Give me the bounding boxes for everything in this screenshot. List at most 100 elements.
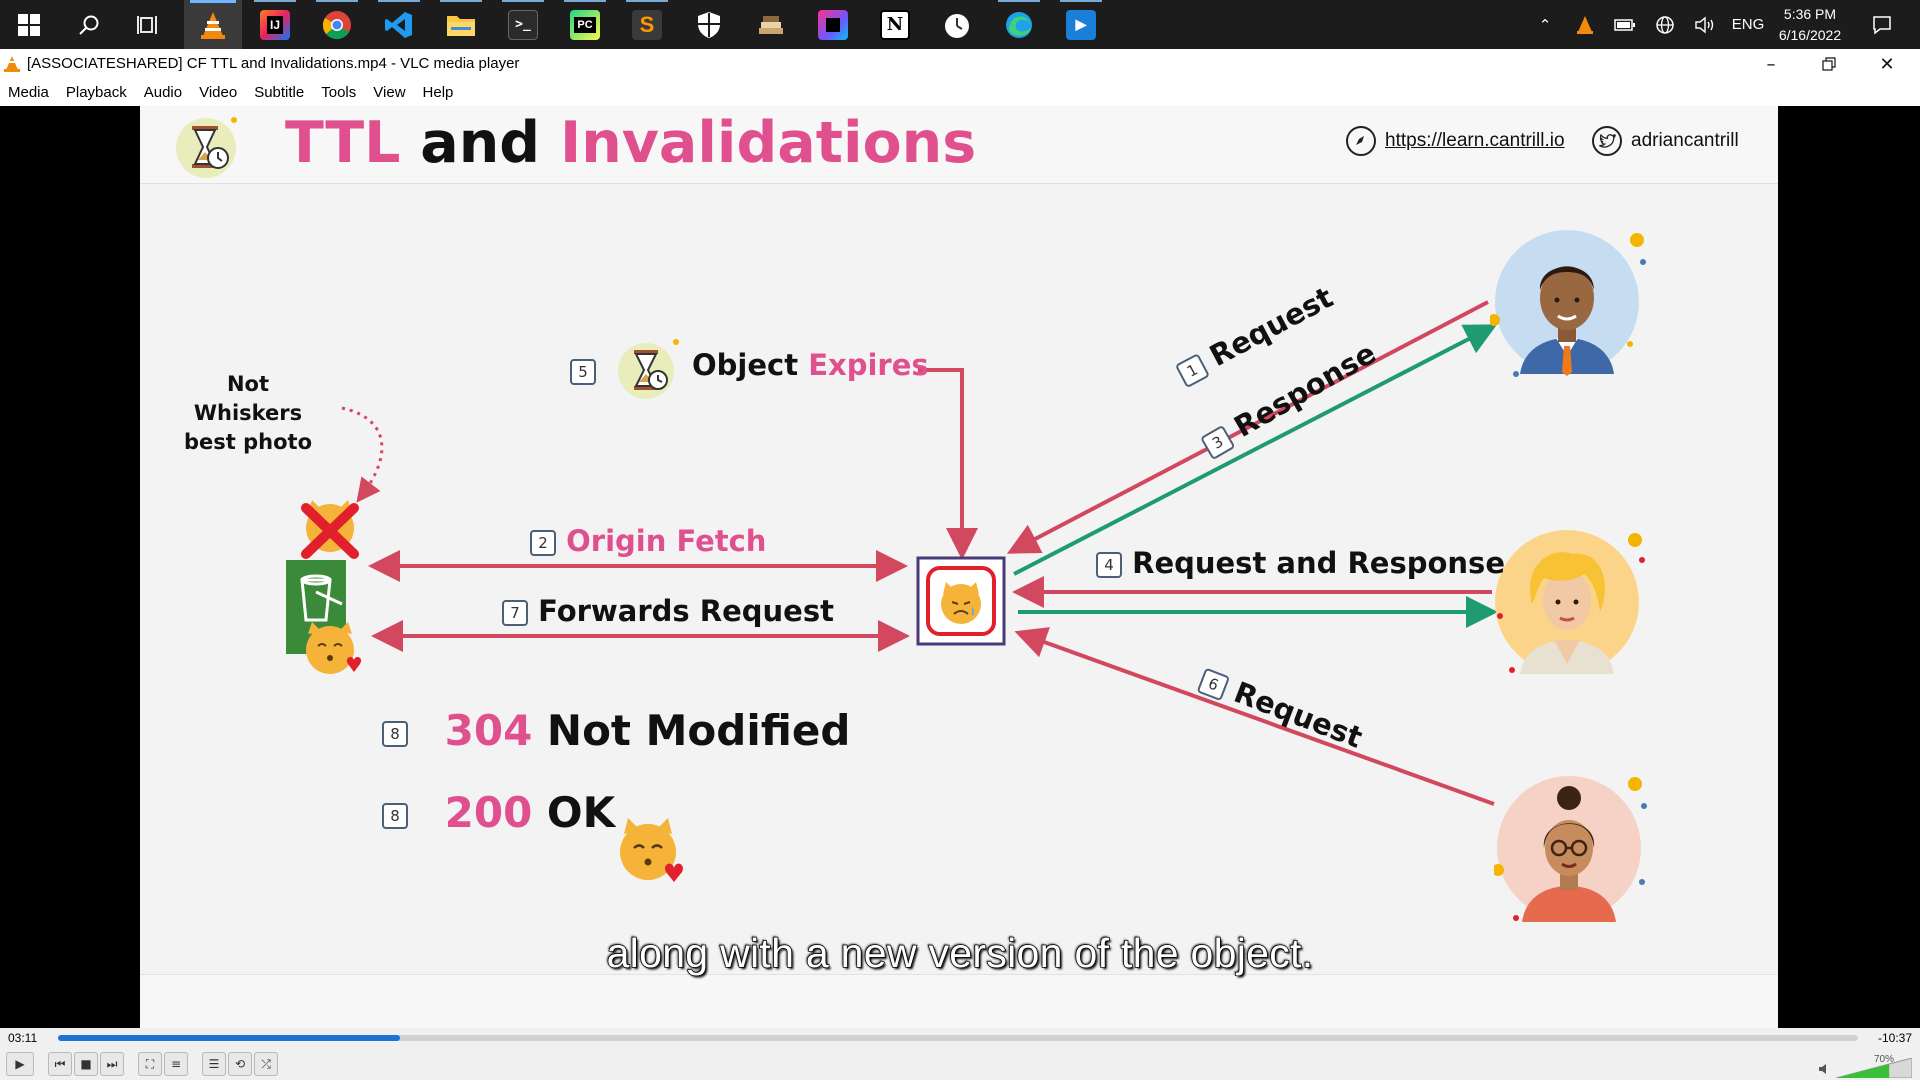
- tray-battery[interactable]: [1610, 0, 1640, 49]
- note-text: Not Whiskers best photo: [173, 370, 323, 457]
- play-icon: ▶: [15, 1057, 25, 1071]
- previous-button[interactable]: ⏮: [48, 1052, 72, 1076]
- playlist-button[interactable]: ☰: [202, 1052, 226, 1076]
- hourglass-clock-icon: [618, 339, 679, 399]
- fullscreen-icon: ⛶: [145, 1056, 155, 1071]
- equalizer-icon: ≡: [170, 1057, 182, 1071]
- close-button[interactable]: ✕: [1858, 49, 1916, 79]
- remaining-time[interactable]: -10:37: [1878, 1031, 1912, 1045]
- loop-button[interactable]: ⟲: [228, 1052, 252, 1076]
- taskbar-edge[interactable]: [990, 0, 1048, 49]
- step4-label: 4 Request and Response: [1096, 546, 1505, 580]
- lecture-slide: TTL and Invalidations https://learn.cant…: [140, 106, 1778, 1028]
- edge-icon: [1006, 11, 1032, 38]
- speaker-icon: [1695, 16, 1714, 33]
- result-200-badge: 8: [382, 802, 408, 829]
- user-avatar-woman-blonde: [1495, 530, 1645, 674]
- slide-footer: [140, 974, 1778, 1028]
- taskbar-pycharm[interactable]: PC: [556, 0, 614, 49]
- taskbar-notion[interactable]: N: [866, 0, 924, 49]
- taskbar-vlc[interactable]: [184, 0, 242, 49]
- menu-playback[interactable]: Playback: [66, 84, 127, 101]
- result-304-text: Not Modified: [546, 706, 851, 755]
- jetbrains-toolbox-icon: [818, 9, 848, 40]
- taskbar-vscode[interactable]: [370, 0, 428, 49]
- restore-button[interactable]: [1800, 49, 1858, 79]
- window-titlebar: [ASSOCIATESHARED] CF TTL and Invalidatio…: [0, 49, 1920, 79]
- intellij-icon: IJ: [260, 9, 290, 40]
- expires-word1: Object: [692, 348, 799, 382]
- taskbar-stack-app[interactable]: [742, 0, 800, 49]
- menu-subtitle[interactable]: Subtitle: [254, 84, 304, 101]
- seek-bar[interactable]: [58, 1035, 1858, 1041]
- tray-volume[interactable]: [1690, 0, 1720, 49]
- search-button[interactable]: [60, 0, 118, 49]
- alarm-clock-icon: [945, 13, 969, 38]
- origin-fetch-text: Origin Fetch: [566, 524, 767, 558]
- taskbar-media-app[interactable]: ▶: [1052, 0, 1110, 49]
- notion-icon: N: [880, 9, 910, 40]
- menu-help[interactable]: Help: [423, 84, 454, 101]
- pycharm-icon: PC: [570, 9, 600, 40]
- forwards-request-text: Forwards Request: [538, 594, 834, 628]
- action-center-button[interactable]: [1862, 0, 1902, 49]
- note-arrow: [341, 406, 384, 503]
- taskbar-intellij[interactable]: IJ: [246, 0, 304, 49]
- note-line2: best photo: [184, 430, 312, 454]
- user-avatar-man: [1490, 230, 1646, 377]
- video-area[interactable]: TTL and Invalidations https://learn.cant…: [0, 106, 1920, 1028]
- result-200-text: OK: [546, 788, 616, 837]
- media-player-icon: ▶: [1066, 9, 1096, 40]
- stop-button[interactable]: ■: [74, 1052, 98, 1076]
- taskbar-sublime-text[interactable]: S: [618, 0, 676, 49]
- menu-video[interactable]: Video: [199, 84, 237, 101]
- stop-icon: ■: [80, 1057, 92, 1071]
- menu-audio[interactable]: Audio: [144, 84, 182, 101]
- menu-tools[interactable]: Tools: [321, 84, 356, 101]
- result-304-badge: 8: [382, 720, 408, 747]
- taskbar-clock-app[interactable]: [928, 0, 986, 49]
- fullscreen-button[interactable]: ⛶: [138, 1052, 162, 1076]
- expires-word2: Expires: [808, 348, 929, 382]
- taskbar-clock[interactable]: 5:36 PM 6/16/2022: [1760, 4, 1860, 46]
- tray-network[interactable]: [1650, 0, 1680, 49]
- taskbar-terminal[interactable]: >_: [494, 0, 552, 49]
- step7-label: 7 Forwards Request: [502, 594, 834, 628]
- window-title: [ASSOCIATESHARED] CF TTL and Invalidatio…: [27, 55, 520, 72]
- step5-badge: 5: [570, 359, 596, 385]
- taskbar-file-explorer[interactable]: [432, 0, 490, 49]
- task-view-button[interactable]: [120, 0, 178, 49]
- taskbar-toolbox[interactable]: [804, 0, 862, 49]
- tray-vlc[interactable]: [1570, 0, 1600, 49]
- close-icon: ✕: [1879, 53, 1895, 75]
- shuffle-button[interactable]: ⤮: [254, 1052, 278, 1076]
- loop-icon: ⟲: [234, 1057, 246, 1071]
- notification-icon: [1873, 15, 1891, 35]
- expires-arrow: [918, 368, 978, 560]
- edge-location-cat-icon: [916, 556, 1006, 646]
- menu-media[interactable]: Media: [8, 84, 49, 101]
- sublime-text-icon: S: [632, 9, 662, 40]
- start-button[interactable]: [0, 0, 58, 49]
- tray-overflow-chevron[interactable]: ⌃: [1530, 0, 1560, 49]
- taskbar-security[interactable]: [680, 0, 738, 49]
- seek-progress: [58, 1035, 400, 1041]
- request-response-text: Request and Response: [1132, 546, 1505, 580]
- shuffle-icon: ⤮: [261, 1056, 271, 1071]
- books-icon: [759, 15, 783, 34]
- elapsed-time[interactable]: 03:11: [8, 1031, 37, 1045]
- result-304: 8 304 Not Modified: [382, 706, 850, 755]
- play-button[interactable]: ▶: [6, 1052, 34, 1076]
- extended-settings-button[interactable]: ≡: [164, 1052, 188, 1076]
- taskbar-chrome[interactable]: [308, 0, 366, 49]
- terminal-icon: >_: [508, 9, 538, 40]
- next-button[interactable]: ⏭: [100, 1052, 124, 1076]
- menu-view[interactable]: View: [373, 84, 405, 101]
- vscode-icon: [385, 11, 412, 38]
- clock-time: 5:36 PM: [1783, 6, 1837, 22]
- minimize-button[interactable]: –: [1742, 49, 1800, 79]
- result-200: 8 200 OK: [382, 788, 615, 837]
- volume-speaker-icon[interactable]: [1818, 1062, 1832, 1076]
- note-line1: Not Whiskers: [193, 372, 303, 425]
- chevron-up-icon: ⌃: [1538, 16, 1552, 34]
